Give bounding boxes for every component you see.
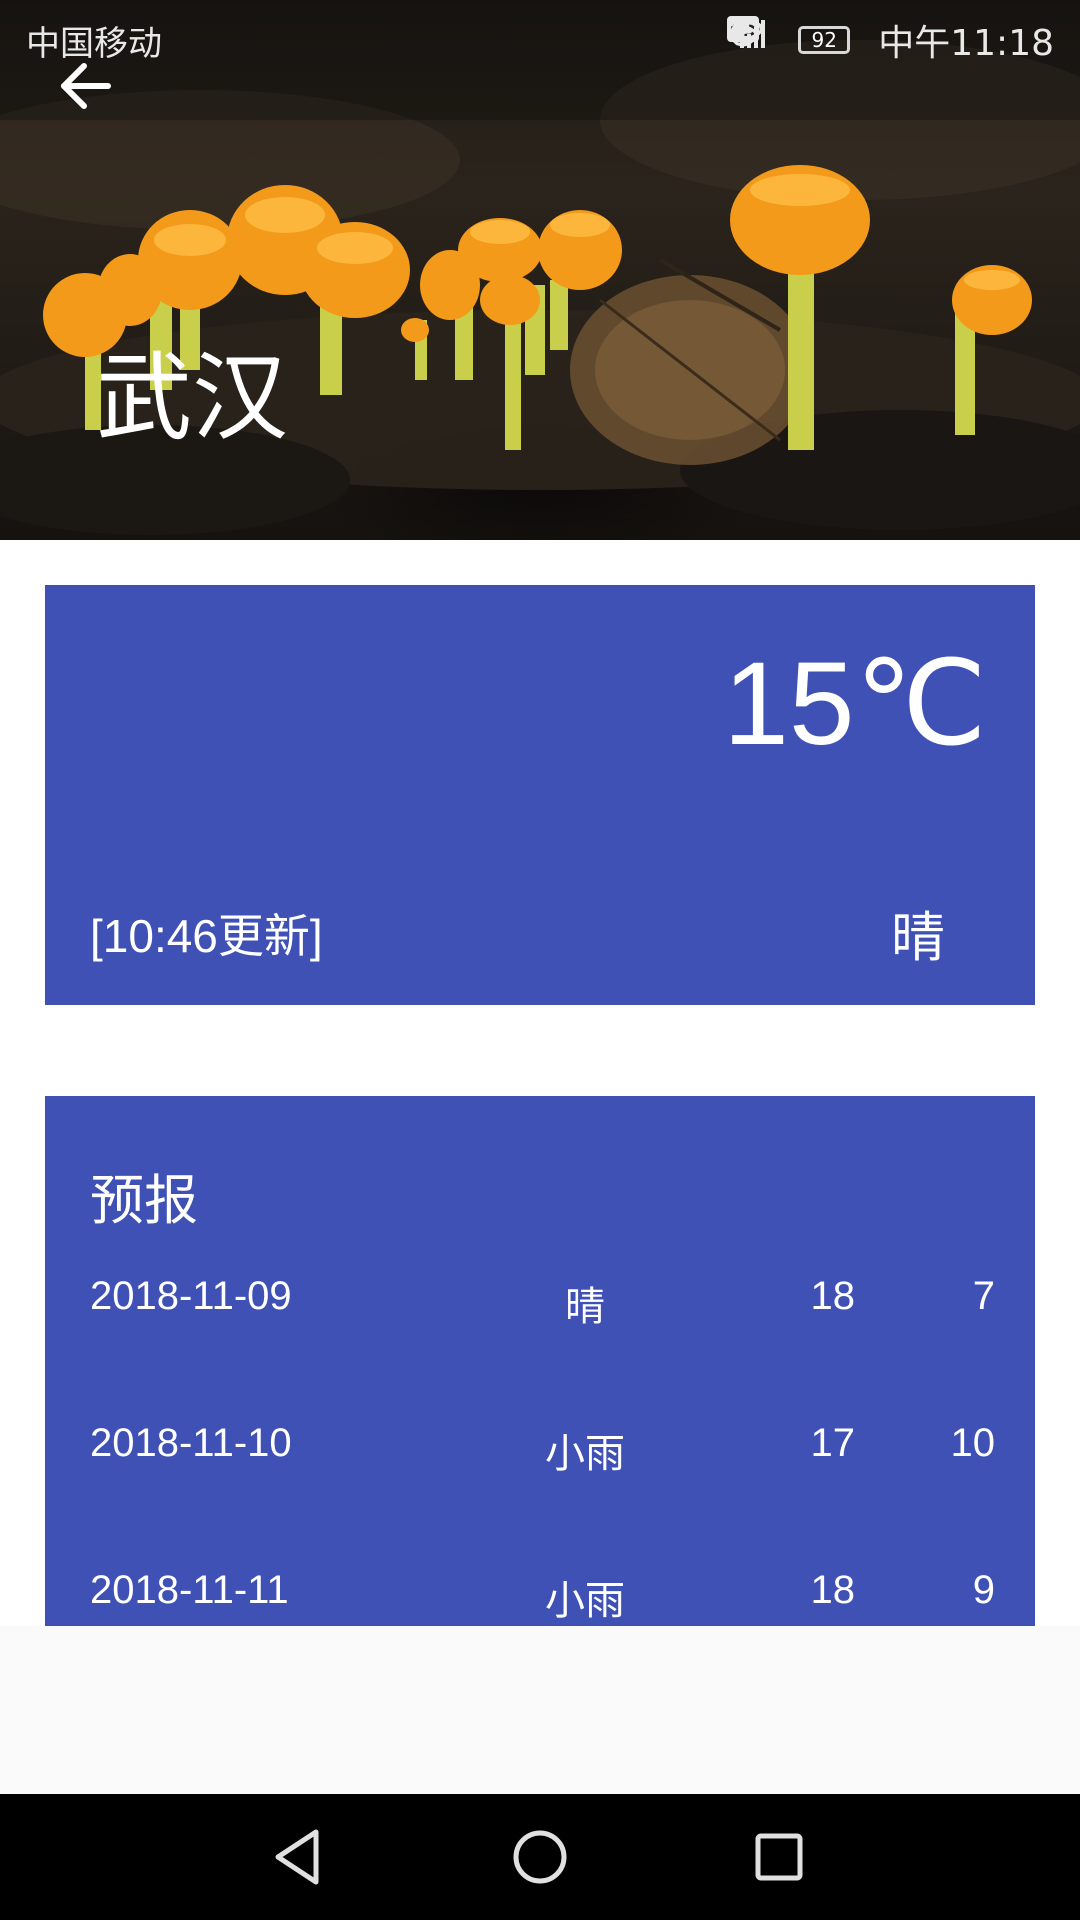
- forecast-date: 2018-11-09: [90, 1274, 292, 1318]
- forecast-row: 2018-11-10 小雨 17 10: [45, 1421, 1035, 1481]
- status-clock: 中午11:18: [878, 23, 1054, 64]
- city-title: 武汉: [96, 342, 288, 454]
- forecast-date: 2018-11-11: [90, 1568, 289, 1612]
- mushroom-photo: [0, 0, 1080, 535]
- forecast-min-temp: 9: [972, 1568, 995, 1612]
- weather-screen: 中国移动 HD 4G 92: [0, 0, 1080, 1920]
- forecast-title: 预报: [90, 1169, 198, 1232]
- forecast-condition: 晴: [565, 1284, 605, 1330]
- triangle-back-icon[interactable]: [266, 1824, 332, 1890]
- forecast-condition: 小雨: [545, 1578, 625, 1624]
- status-bar: 中国移动 HD 4G 92: [0, 0, 1080, 72]
- forecast-min-temp: 10: [950, 1421, 996, 1465]
- square-recent-icon[interactable]: [746, 1824, 812, 1890]
- status-icons: HD 4G 92 中午11:18: [726, 14, 1054, 66]
- back-arrow-icon[interactable]: [58, 58, 114, 114]
- forecast-max-temp: 18: [810, 1274, 856, 1318]
- forecast-row: 2018-11-09 晴 18 7: [45, 1274, 1035, 1334]
- forecast-max-temp: 18: [810, 1568, 856, 1612]
- forecast-date: 2018-11-10: [90, 1421, 292, 1465]
- current-temperature: 15℃: [723, 638, 987, 770]
- current-weather-condition: 晴: [891, 906, 945, 969]
- circle-home-icon[interactable]: [507, 1824, 573, 1890]
- forecast-max-temp: 17: [810, 1421, 856, 1465]
- current-weather-card: 15℃ [10:46更新] 晴: [45, 585, 1035, 1005]
- header-background-image: 中国移动 HD 4G 92: [0, 0, 1080, 540]
- system-navigation-bar: [0, 1794, 1080, 1920]
- battery-indicator: 92: [798, 26, 851, 54]
- bottom-empty-area: [0, 1626, 1080, 1794]
- forecast-min-temp: 7: [972, 1274, 995, 1318]
- update-time-label: [10:46更新]: [90, 910, 323, 962]
- forecast-condition: 小雨: [545, 1431, 625, 1477]
- forecast-card: 预报 2018-11-09 晴 18 7 2018-11-10 小雨 17 10…: [45, 1096, 1035, 1626]
- forecast-row: 2018-11-11 小雨 18 9: [45, 1568, 1035, 1626]
